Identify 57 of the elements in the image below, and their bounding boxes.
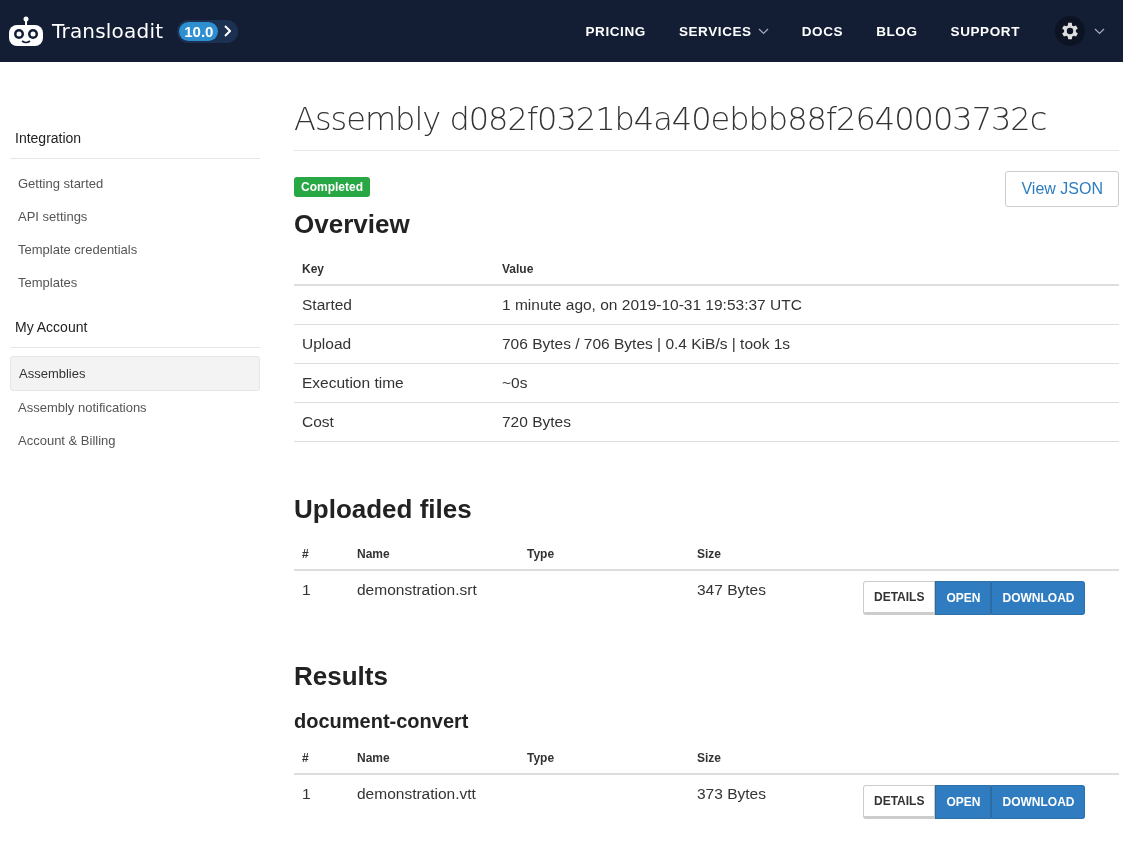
column-header: Size — [689, 539, 859, 570]
sidebar-item[interactable]: Template credentials — [10, 233, 260, 266]
column-header: Value — [494, 254, 1119, 285]
file-action-button[interactable]: OPEN — [935, 785, 992, 819]
sidebar-item[interactable]: Assembly notifications — [10, 391, 260, 424]
sidebar-item[interactable]: Account & Billing — [10, 424, 260, 457]
sidebar-item[interactable]: Getting started — [10, 167, 260, 200]
chevron-down-icon[interactable] — [1094, 27, 1105, 35]
table-cell: 720 Bytes — [494, 402, 1119, 442]
column-header: Key — [294, 254, 494, 285]
status-badge: Completed — [294, 177, 370, 197]
table-cell: demonstration.vtt — [357, 785, 476, 802]
column-header: Name — [349, 539, 519, 570]
step-heading: document-convert — [294, 710, 470, 733]
sidebar-item[interactable]: Templates — [10, 266, 260, 299]
table-cell: 1 — [302, 785, 311, 802]
table-cell: Cost — [294, 402, 494, 442]
chevron-right-icon — [223, 25, 232, 37]
file-action-button[interactable]: DETAILS — [863, 581, 936, 615]
brand-name[interactable]: Transloadit — [52, 19, 164, 43]
section-heading: Uploaded files — [294, 494, 473, 525]
nav-link[interactable]: SERVICES — [678, 23, 769, 39]
sidebar-section-title: Integration — [10, 130, 260, 159]
table-cell: 706 Bytes / 706 Bytes | 0.4 KiB/s | took 1s — [494, 324, 1119, 364]
sidebar-item[interactable]: API settings — [10, 200, 260, 233]
nav-link[interactable]: PRICING — [585, 23, 646, 39]
section-heading: Overview — [294, 209, 411, 240]
table-cell: 373 Bytes — [697, 785, 766, 802]
column-header: Size — [689, 743, 859, 774]
nav-link[interactable]: DOCS — [801, 23, 844, 39]
file-action-button[interactable]: DOWNLOAD — [991, 581, 1086, 615]
file-action-button[interactable]: DETAILS — [863, 785, 936, 819]
table-cell: ~0s — [494, 363, 1119, 403]
version-badge[interactable]: 10.0 — [177, 19, 239, 43]
page-title: Assembly d082f0321b4a40ebbb88f2640003732c — [294, 100, 1119, 151]
section-heading: Results — [294, 661, 389, 692]
file-action-button[interactable]: OPEN — [935, 581, 992, 615]
column-header: # — [294, 743, 349, 774]
nav-link[interactable]: SUPPORT — [950, 23, 1020, 39]
file-action-button[interactable]: DOWNLOAD — [991, 785, 1086, 819]
column-header: Name — [349, 743, 519, 774]
column-header: # — [294, 539, 349, 570]
sidebar-item[interactable]: Assemblies — [10, 356, 260, 391]
column-header: Type — [519, 743, 689, 774]
nav-link[interactable]: BLOG — [876, 23, 918, 39]
table-cell: demonstration.srt — [357, 581, 477, 598]
table-cell: 1 — [302, 581, 311, 598]
table-cell: Execution time — [294, 363, 494, 403]
robot-logo-icon[interactable] — [8, 16, 44, 46]
table-cell: 347 Bytes — [697, 581, 766, 598]
table-cell: 1 minute ago, on 2019-10-31 19:53:37 UTC — [494, 285, 1119, 325]
table-cell: Upload — [294, 324, 494, 364]
column-header: Type — [519, 539, 689, 570]
table-cell: Started — [294, 285, 494, 325]
sidebar-section-title: My Account — [10, 319, 260, 348]
settings-icon[interactable] — [1055, 16, 1085, 46]
view-json-button[interactable]: View JSON — [1005, 171, 1119, 207]
